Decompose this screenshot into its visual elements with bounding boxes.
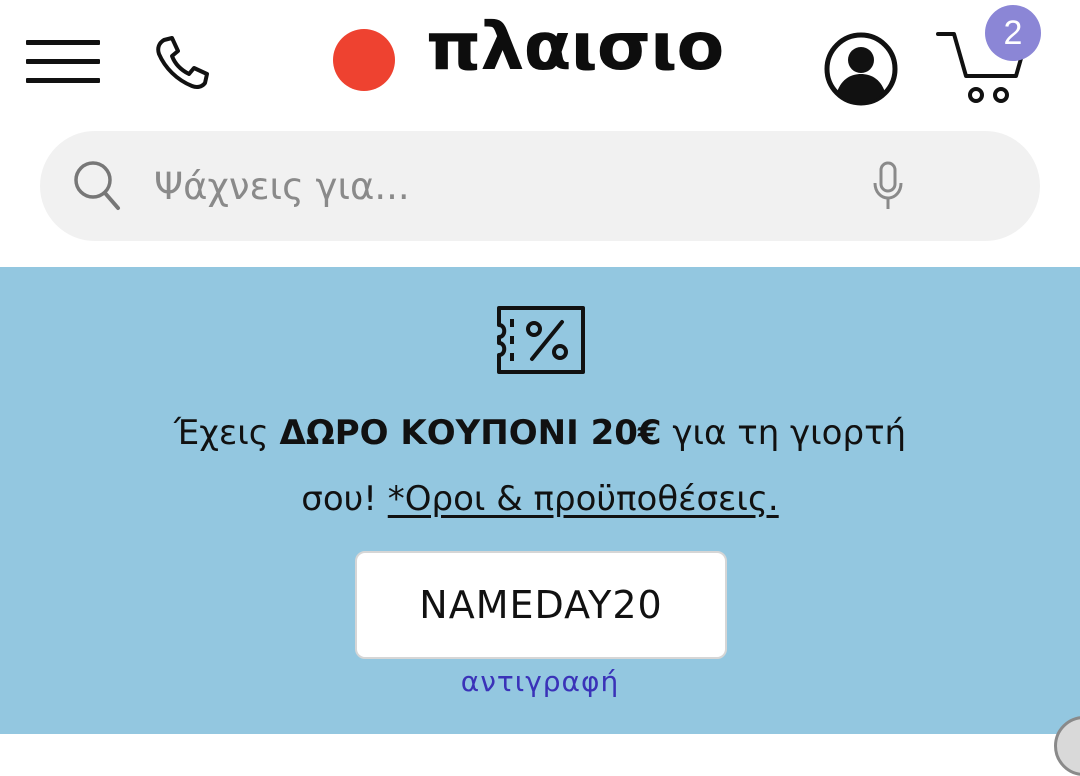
coupon-percent-icon xyxy=(496,305,586,375)
cart-count-badge: 2 xyxy=(985,5,1041,61)
copy-coupon-link[interactable]: αντιγραφή xyxy=(0,665,1080,698)
site-header: πλαισιο 2 xyxy=(0,0,1080,128)
promo-text-continuation: σου! xyxy=(301,479,388,519)
terms-conditions-link[interactable]: *Οροι & προϋποθέσεις. xyxy=(388,479,779,519)
hamburger-menu-icon[interactable] xyxy=(26,38,100,86)
nameday-promo-banner: Έχεις ΔΩΡΟ ΚΟΥΠΟΝΙ 20€ για τη γιορτή σου… xyxy=(0,267,1080,734)
microphone-icon[interactable] xyxy=(872,161,904,211)
coupon-code-box[interactable]: NAMEDAY20 xyxy=(355,551,727,659)
promo-text-prefix: Έχεις xyxy=(173,413,280,453)
search-input[interactable] xyxy=(152,151,842,221)
brand-logo[interactable]: πλαισιο xyxy=(330,14,724,100)
search-bar[interactable] xyxy=(40,131,1040,241)
promo-text-suffix: για τη γιορτή xyxy=(661,413,907,453)
user-account-icon[interactable] xyxy=(822,30,900,108)
promo-subline: σου! *Οροι & προϋποθέσεις. xyxy=(0,479,1080,519)
logo-text: πλαισιο xyxy=(426,8,724,85)
promo-headline: Έχεις ΔΩΡΟ ΚΟΥΠΟΝΙ 20€ για τη γιορτή xyxy=(0,413,1080,453)
search-icon[interactable] xyxy=(72,159,122,213)
logo-dot xyxy=(333,29,395,91)
promo-coupon-highlight: ΔΩΡΟ ΚΟΥΠΟΝΙ 20€ xyxy=(279,413,662,453)
phone-icon[interactable] xyxy=(150,34,212,92)
